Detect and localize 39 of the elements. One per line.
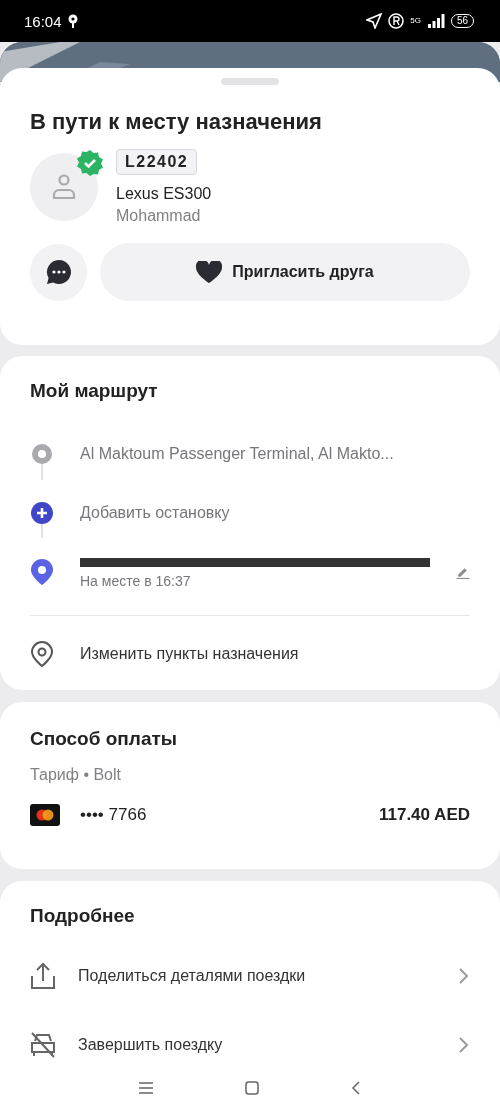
registered-icon: [388, 13, 405, 29]
chevron-right-icon: [458, 1035, 470, 1054]
clock: 16:04: [24, 12, 62, 30]
driver-name: Mohammad: [116, 207, 202, 225]
location-pin-icon: [67, 14, 78, 28]
drag-handle[interactable]: [221, 78, 279, 85]
invite-friend-button[interactable]: Пригласить друга: [100, 243, 470, 301]
trip-status-title: В пути к месту назначения: [30, 109, 323, 135]
change-destinations-link[interactable]: Изменить пункты назначения: [80, 645, 299, 663]
section-title: Мой маршрут: [30, 380, 159, 402]
share-icon: [30, 961, 56, 990]
add-stop-link[interactable]: Добавить остановку: [80, 503, 230, 522]
trip-price: 117.40 AED: [378, 805, 470, 825]
add-stop-icon[interactable]: [31, 501, 53, 524]
section-title: Способ оплаты: [30, 728, 178, 750]
pickup-dot-icon: [31, 442, 53, 465]
chat-icon: [45, 259, 72, 285]
location-pin-icon: [31, 558, 53, 585]
heart-icon: [196, 261, 223, 283]
arrival-time: На месте в 16:37: [80, 573, 192, 589]
card-number: •••• 7766: [80, 805, 147, 825]
signal-icon: [426, 14, 445, 28]
back-icon[interactable]: [351, 1081, 361, 1095]
navigation-arrow-icon: [366, 13, 383, 29]
chevron-right-icon: [458, 966, 470, 985]
section-title: Подробнее: [30, 905, 136, 927]
network-type: 5G: [410, 17, 421, 25]
pickup-address[interactable]: Al Maktoum Passenger Terminal, Al Makto...: [80, 444, 394, 463]
card-logo-icon: [36, 809, 54, 821]
menu-item[interactable]: Завершить поездку: [78, 1035, 223, 1054]
license-plate: L22402: [116, 149, 198, 175]
car-crossed-icon: [30, 1030, 56, 1059]
location-pin-icon: [31, 641, 53, 667]
menu-item[interactable]: Поделиться деталями поездки: [78, 966, 306, 985]
car-model: Lexus ES300: [116, 185, 212, 203]
person-icon: [50, 173, 78, 201]
home-icon[interactable]: [245, 1081, 259, 1095]
menu-icon[interactable]: [139, 1082, 153, 1094]
tariff-label: Тариф • Bolt: [30, 766, 122, 784]
